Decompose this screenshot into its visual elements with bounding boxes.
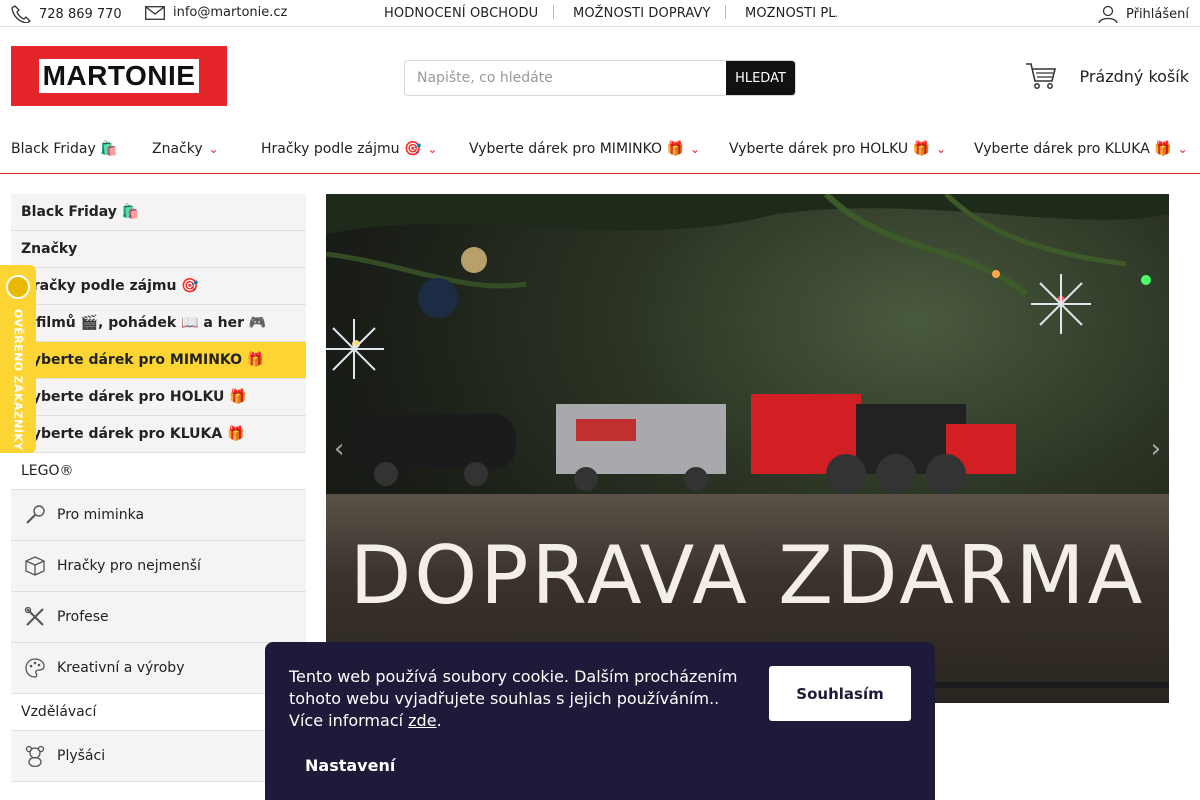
- chevron-down-icon: ⌄: [1177, 142, 1188, 156]
- top-bar: 728 869 770 info@martonie.cz HODNOCENÍ O…: [0, 0, 1200, 27]
- logo-text: MARTONIE: [42, 60, 196, 91]
- sidebar-item-gift-girl[interactable]: Vyberte dárek pro HOLKU 🎁: [11, 379, 306, 416]
- email-contact[interactable]: info@martonie.cz: [145, 5, 287, 20]
- banner-headline: DOPRAVA ZDARMA: [349, 529, 1146, 622]
- cookie-settings-button[interactable]: Nastavení: [305, 756, 395, 775]
- sidebar-item-toys-by-interest[interactable]: Hračky podle zájmu 🎯: [11, 268, 306, 305]
- sidebar-item-black-friday[interactable]: Black Friday 🛍️: [11, 194, 306, 231]
- banner-next-arrow-icon[interactable]: ›: [1151, 434, 1161, 464]
- main-nav: Black Friday 🛍️ Značky ⌄ Hračky podle zá…: [0, 130, 1200, 174]
- divider: [553, 5, 554, 19]
- sidebar-item-gift-boy[interactable]: Vyberte dárek pro KLUKA 🎁: [11, 416, 306, 453]
- sidebar-item-brands[interactable]: Značky: [11, 231, 306, 268]
- nav-gift-girl[interactable]: Vyberte dárek pro HOLKU 🎁 ⌄: [729, 141, 946, 157]
- verified-customers-badge[interactable]: OVĚŘENO ZÁKAZNÍKY: [0, 265, 36, 453]
- sidebar-sub-label: Plyšáci: [57, 748, 106, 764]
- nav-label: Vyberte dárek pro HOLKU 🎁: [729, 141, 931, 157]
- user-icon: [1098, 5, 1118, 23]
- blocks-icon: [23, 554, 47, 578]
- sidebar-sub-label: Kreativní a výroby: [57, 660, 185, 676]
- cookie-text-block: Tento web používá soubory cookie. Dalším…: [289, 667, 738, 730]
- sidebar-sub-toddlers[interactable]: Hračky pro nejmenší: [11, 541, 306, 592]
- cookie-agree-button[interactable]: Souhlasím: [769, 666, 911, 721]
- sidebar-item-educational[interactable]: Vzdělávací: [11, 694, 306, 731]
- nav-label: Vyberte dárek pro MIMINKO 🎁: [469, 141, 684, 157]
- teddy-bear-icon: [23, 744, 47, 768]
- link-payment-options[interactable]: MOŽNOSTI PLA: [745, 6, 837, 21]
- sidebar-sub-label: Profese: [57, 609, 109, 625]
- sidebar-sub-label: Pro miminka: [57, 507, 145, 523]
- toy-train-image: [346, 394, 1016, 494]
- sidebar-sub-plush[interactable]: Plyšáci: [11, 731, 306, 782]
- sidebar-item-lego[interactable]: LEGO®: [11, 453, 306, 490]
- login-link[interactable]: Přihlášení: [1098, 5, 1189, 23]
- chevron-down-icon: ⌄: [427, 142, 438, 156]
- sidebar-sub-professions[interactable]: Profese: [11, 592, 306, 643]
- nav-label: Black Friday 🛍️: [11, 141, 118, 157]
- hero-banner[interactable]: DOPRAVA ZDARMA ‹ ›: [326, 194, 1169, 703]
- sidebar-sub-creative[interactable]: Kreativní a výroby: [11, 643, 306, 694]
- email-address[interactable]: info@martonie.cz: [173, 5, 287, 20]
- chevron-down-icon: ⌄: [689, 142, 700, 156]
- nav-label: Značky: [152, 141, 203, 157]
- chevron-down-icon: ⌄: [208, 142, 219, 156]
- palette-icon: [23, 656, 47, 680]
- banner-prev-arrow-icon[interactable]: ‹: [334, 434, 344, 464]
- cookie-message: Tento web používá soubory cookie. Dalším…: [289, 667, 738, 708]
- nav-gift-boy[interactable]: Vyberte dárek pro KLUKA 🎁 ⌄: [974, 141, 1188, 157]
- sidebar-item-gift-baby[interactable]: Vyberte dárek pro MIMINKO 🎁: [11, 342, 306, 379]
- rattle-icon: [23, 503, 47, 527]
- link-shipping-options[interactable]: MOŽNOSTI DOPRAVY: [573, 6, 711, 21]
- phone-contact[interactable]: 728 869 770: [11, 5, 122, 23]
- site-logo[interactable]: MARTONIE: [11, 46, 227, 106]
- phone-icon: [11, 5, 31, 23]
- heureka-seal-icon: [6, 275, 30, 299]
- mail-icon: [145, 5, 165, 20]
- sidebar-sub-baby[interactable]: Pro miminka: [11, 490, 306, 541]
- category-sidebar: Black Friday 🛍️ Značky Hračky podle zájm…: [11, 194, 306, 782]
- divider: [725, 5, 726, 19]
- nav-toys-by-interest[interactable]: Hračky podle zájmu 🎯 ⌄: [261, 141, 437, 157]
- badge-text: OVĚŘENO ZÁKAZNÍKY: [11, 309, 25, 451]
- phone-number[interactable]: 728 869 770: [39, 7, 122, 22]
- cart[interactable]: Prázdný košík: [1025, 62, 1189, 90]
- search-bar: HLEDAT: [404, 60, 796, 96]
- search-input[interactable]: [405, 61, 726, 95]
- tools-icon: [23, 605, 47, 629]
- cookie-consent-bar: Tento web používá soubory cookie. Dalším…: [265, 642, 935, 800]
- login-label[interactable]: Přihlášení: [1126, 7, 1189, 22]
- nav-label: Hračky podle zájmu 🎯: [261, 141, 422, 157]
- sidebar-sub-label: Hračky pro nejmenší: [57, 558, 201, 574]
- nav-brands[interactable]: Značky ⌄: [152, 141, 219, 157]
- nav-label: Vyberte dárek pro KLUKA 🎁: [974, 141, 1172, 157]
- sidebar-item-films-tales-games[interactable]: Z filmů 🎬, pohádek 📖 a her 🎮: [11, 305, 306, 342]
- link-store-rating[interactable]: HODNOCENÍ OBCHODU: [384, 6, 538, 21]
- cart-label: Prázdný košík: [1079, 66, 1189, 86]
- chevron-down-icon: ⌄: [936, 142, 947, 156]
- cookie-more-info: Více informací: [289, 711, 404, 730]
- cart-icon: [1026, 63, 1057, 89]
- nav-gift-baby[interactable]: Vyberte dárek pro MIMINKO 🎁 ⌄: [469, 141, 700, 157]
- search-button[interactable]: HLEDAT: [726, 61, 795, 95]
- nav-black-friday[interactable]: Black Friday 🛍️: [11, 141, 118, 157]
- cookie-info-link[interactable]: zde: [408, 711, 436, 730]
- logo-plate: MARTONIE: [39, 59, 199, 93]
